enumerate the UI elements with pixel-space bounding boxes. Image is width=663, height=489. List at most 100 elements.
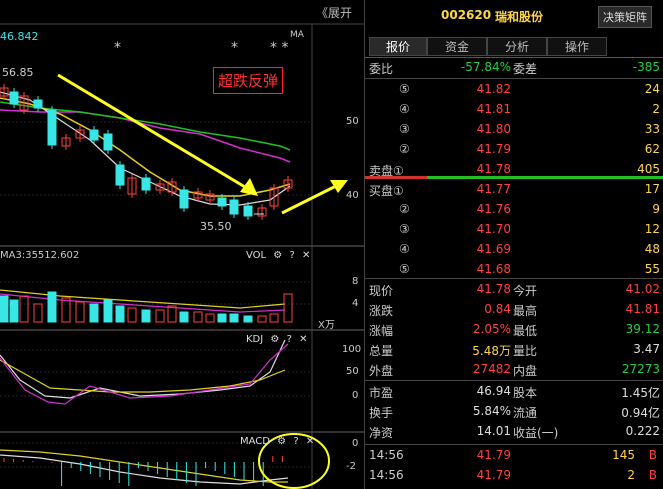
trade-volume: 145 bbox=[612, 448, 635, 462]
candle-body bbox=[141, 177, 151, 191]
vol-panel-tools: VOL ⚙ ? ✕ bbox=[242, 250, 310, 261]
tab-funds[interactable]: 资金 bbox=[427, 37, 487, 56]
candle-body bbox=[217, 197, 227, 207]
bid-volume: 9 bbox=[652, 202, 660, 216]
help-icon[interactable]: ? bbox=[293, 436, 298, 447]
ask-price: 41.82 bbox=[476, 82, 511, 96]
quote-value: 2.05% bbox=[472, 322, 511, 336]
quote-panel: 002620 瑞和股份 决策矩阵 报价 资金 分析 操作 委比 -57.84% … bbox=[364, 0, 663, 489]
trade-price: 41.79 bbox=[476, 448, 511, 462]
volume-bar bbox=[115, 305, 125, 323]
candle-body bbox=[47, 109, 57, 146]
vol-readout: MA3:35512.602 bbox=[0, 250, 80, 261]
close-icon[interactable]: ✕ bbox=[306, 436, 314, 447]
volume-bar bbox=[0, 295, 9, 323]
quote-label: 今开 bbox=[513, 284, 538, 298]
help-icon[interactable]: ? bbox=[287, 334, 292, 345]
bid-row[interactable]: ③ 41.70 12 bbox=[365, 220, 663, 240]
trade-row: 14:56 41.79 2 B bbox=[365, 466, 663, 486]
kdj-axis-label: 50 bbox=[346, 366, 359, 377]
fundamental-label: 股本 bbox=[513, 386, 538, 400]
kdj-title: KDJ bbox=[246, 334, 264, 345]
ask-row[interactable]: ③ 41.80 33 bbox=[365, 120, 663, 140]
chart-canvas[interactable] bbox=[0, 0, 364, 489]
fundamental-value: 1.45亿 bbox=[621, 386, 660, 400]
quote-value: 27482 bbox=[472, 362, 511, 376]
ask-row[interactable]: ② 41.79 62 bbox=[365, 140, 663, 160]
macd-dif-line bbox=[0, 454, 289, 485]
macd-axis-label: 0 bbox=[352, 438, 359, 449]
trade-direction: B bbox=[648, 468, 657, 482]
trade-volume: 2 bbox=[627, 468, 635, 482]
trade-direction: B bbox=[648, 448, 657, 462]
ma-line-magenta bbox=[0, 109, 291, 163]
fundamental-row: 换手 5.84% 流通 0.94亿 bbox=[365, 402, 663, 422]
price-axis-label: 50 bbox=[346, 116, 359, 127]
volume-bar bbox=[89, 303, 99, 323]
bid-volume: 48 bbox=[644, 242, 660, 256]
ask-level-label: ③ bbox=[399, 122, 410, 136]
help-icon[interactable]: ? bbox=[289, 250, 294, 261]
volume-bar bbox=[127, 307, 137, 323]
fundamental-value: 46.94 bbox=[476, 384, 511, 398]
gear-icon[interactable]: ⚙ bbox=[277, 436, 286, 447]
decision-matrix-button[interactable]: 决策矩阵 bbox=[598, 6, 652, 28]
quote-row: 涨跌 0.84 最高 41.81 bbox=[365, 300, 663, 320]
bid-row[interactable]: ④ 41.69 48 bbox=[365, 240, 663, 260]
tab-quote[interactable]: 报价 bbox=[369, 37, 427, 56]
volume-bar bbox=[257, 315, 267, 323]
close-icon[interactable]: ✕ bbox=[299, 334, 307, 345]
bid-price: 41.77 bbox=[476, 182, 511, 196]
volume-bar bbox=[19, 295, 29, 323]
expand-button[interactable]: 《展开 bbox=[316, 4, 352, 21]
fundamental-row: 净资 14.01 收益(一) 0.222 bbox=[365, 422, 663, 442]
ask-row[interactable]: ⑤ 41.82 24 bbox=[365, 80, 663, 100]
quote-label: 现价 bbox=[369, 284, 394, 298]
high-price-label: 56.85 bbox=[2, 66, 34, 79]
ask-volume: 24 bbox=[644, 82, 660, 96]
ma-label: MA bbox=[290, 30, 304, 40]
ask-row[interactable]: ④ 41.81 2 bbox=[365, 100, 663, 120]
macd-axis-label: -2 bbox=[346, 461, 356, 472]
ma-readout: 46.842 bbox=[0, 30, 39, 43]
volume-bar bbox=[61, 297, 71, 323]
volume-bar bbox=[269, 313, 279, 323]
rebound-annotation: 超跌反弹 bbox=[213, 67, 284, 94]
quote-label: 最低 bbox=[513, 324, 538, 338]
volume-bar bbox=[193, 311, 203, 323]
bid-row[interactable]: ② 41.76 9 bbox=[365, 200, 663, 220]
bid-price: 41.70 bbox=[476, 222, 511, 236]
volume-bar bbox=[9, 299, 19, 323]
price-axis-label: 40 bbox=[346, 190, 359, 201]
tab-analysis[interactable]: 分析 bbox=[487, 37, 547, 56]
wb-value: -57.84% bbox=[460, 60, 511, 74]
trade-time: 14:56 bbox=[369, 448, 404, 462]
volume-bar bbox=[141, 309, 151, 323]
quote-value: 27273 bbox=[621, 362, 660, 376]
chart-area[interactable]: 《展开 46.842 MA * * * * 56.85 35.50 超跌反弹 5… bbox=[0, 0, 364, 489]
trade-time: 14:56 bbox=[369, 468, 404, 482]
vol-axis-label: 8 bbox=[352, 276, 359, 287]
macd-bars bbox=[3, 456, 283, 486]
gear-icon[interactable]: ⚙ bbox=[270, 334, 279, 345]
volume-bar bbox=[155, 309, 165, 323]
ask-price: 41.78 bbox=[476, 162, 511, 176]
macd-panel-tools: MACD ⚙ ? ✕ bbox=[236, 436, 314, 447]
volume-bar bbox=[103, 299, 113, 323]
bid-row[interactable]: ⑤ 41.68 55 bbox=[365, 260, 663, 280]
candle-body bbox=[179, 189, 189, 209]
kdj-panel-tools: KDJ ⚙ ? ✕ bbox=[242, 334, 307, 345]
close-icon[interactable]: ✕ bbox=[302, 250, 310, 261]
bid-row[interactable]: 买盘① 41.77 17 bbox=[365, 180, 663, 200]
ask-bid-divider-red bbox=[365, 176, 427, 179]
bid-level-label: ③ bbox=[399, 222, 410, 236]
quote-value: 5.48万 bbox=[472, 344, 511, 358]
quote-label: 量比 bbox=[513, 344, 538, 358]
fundamental-label: 换手 bbox=[369, 406, 394, 420]
fundamental-value: 0.222 bbox=[625, 424, 660, 438]
vol-unit-label: X万 bbox=[318, 320, 335, 331]
wc-value: -385 bbox=[632, 60, 660, 74]
tab-operation[interactable]: 操作 bbox=[547, 37, 607, 56]
bid-volume: 17 bbox=[644, 182, 660, 196]
gear-icon[interactable]: ⚙ bbox=[273, 250, 282, 261]
